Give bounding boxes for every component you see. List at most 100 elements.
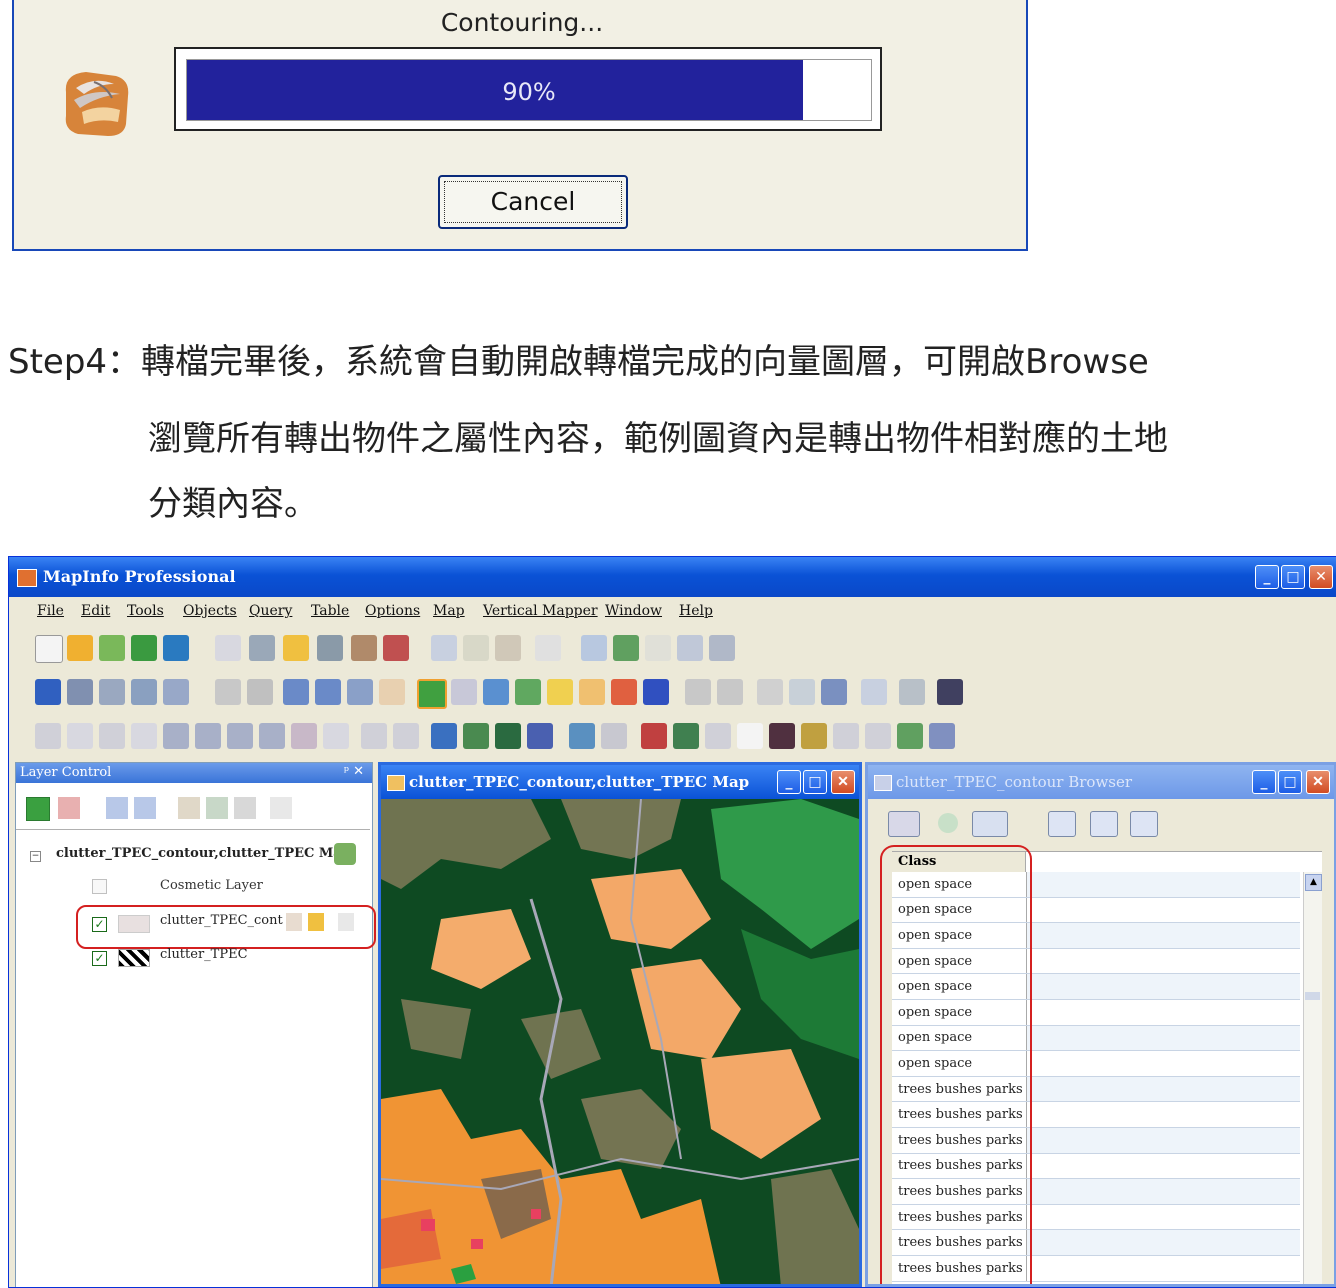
sort-icon[interactable] <box>888 811 920 837</box>
new-layout-icon[interactable] <box>677 635 703 661</box>
rectangle-tool-icon[interactable] <box>227 723 253 749</box>
remove-layer-icon[interactable] <box>58 797 80 819</box>
new-browser-icon[interactable] <box>581 635 607 661</box>
geocode-icon[interactable] <box>899 679 925 705</box>
new-grapher-icon[interactable] <box>645 635 671 661</box>
add-record-icon[interactable] <box>1090 811 1118 837</box>
browser-maximize-button[interactable]: □ <box>1278 770 1302 794</box>
layer-control-icon[interactable] <box>547 679 573 705</box>
contour-checkbox[interactable]: ✓ <box>92 917 107 932</box>
ruler-icon[interactable] <box>579 679 605 705</box>
refresh-icon[interactable] <box>938 813 958 833</box>
polyline-tool-icon[interactable] <box>99 723 125 749</box>
label-tool-icon[interactable] <box>451 679 477 705</box>
save-copy-icon[interactable] <box>317 635 343 661</box>
new-table-icon[interactable] <box>35 635 63 663</box>
menu-objects[interactable]: Objects <box>183 603 237 619</box>
scroll-thumb[interactable] <box>1305 992 1320 1000</box>
line-style-icon[interactable] <box>463 723 489 749</box>
zoom-out-icon[interactable] <box>315 679 341 705</box>
maximize-button[interactable]: □ <box>1281 565 1305 589</box>
layer-contour[interactable]: clutter_TPEC_cont <box>160 913 283 928</box>
vm-info-icon[interactable] <box>601 723 627 749</box>
menu-vertical-mapper[interactable]: Vertical Mapper <box>483 603 598 619</box>
scroll-up-icon[interactable]: ▲ <box>1305 874 1322 891</box>
cosmetic-checkbox[interactable] <box>92 879 107 894</box>
layer-cosmetic[interactable]: Cosmetic Layer <box>160 878 263 893</box>
panel-pin-close[interactable]: ᵖ ✕ <box>344 764 364 779</box>
vm-layers-icon[interactable] <box>897 723 923 749</box>
select-arrow-icon[interactable] <box>35 679 61 705</box>
prism-icon[interactable] <box>789 679 815 705</box>
map-maximize-button[interactable]: □ <box>803 770 827 794</box>
open-folder-icon[interactable] <box>283 635 309 661</box>
new-redistrict-icon[interactable] <box>709 635 735 661</box>
menu-tools[interactable]: Tools <box>127 603 164 619</box>
selectable-icon[interactable] <box>308 913 324 931</box>
hotlink-icon[interactable] <box>515 679 541 705</box>
vm-legend-icon[interactable] <box>801 723 827 749</box>
print-icon[interactable] <box>351 635 377 661</box>
digitize-icon[interactable] <box>757 679 783 705</box>
region-style-icon[interactable] <box>495 723 521 749</box>
menu-edit[interactable]: Edit <box>81 603 110 619</box>
show-legend-icon[interactable] <box>611 679 637 705</box>
boundary-select-icon[interactable] <box>163 679 189 705</box>
truck-icon[interactable] <box>937 679 963 705</box>
export-pdf-icon[interactable] <box>383 635 409 661</box>
ellipse-tool-icon[interactable] <box>195 723 221 749</box>
drag-map-icon[interactable] <box>483 679 509 705</box>
vm-slope-icon[interactable] <box>705 723 731 749</box>
copy-icon[interactable] <box>463 635 489 661</box>
marquee-select-icon[interactable] <box>67 679 93 705</box>
editable-icon[interactable] <box>286 913 302 931</box>
scale-bar-icon[interactable] <box>821 679 847 705</box>
menu-map[interactable]: Map <box>433 603 465 619</box>
legend-designer-icon[interactable] <box>861 679 887 705</box>
vm-profile-icon[interactable] <box>769 723 795 749</box>
menu-file[interactable]: File <box>37 603 64 619</box>
cut-icon[interactable] <box>431 635 457 661</box>
unselect-icon[interactable] <box>215 679 241 705</box>
move-up-icon[interactable] <box>106 797 128 819</box>
vm-grid-icon[interactable] <box>641 723 667 749</box>
map-close-button[interactable]: ✕ <box>831 770 855 794</box>
font-icon[interactable] <box>1048 811 1076 837</box>
menu-help[interactable]: Help <box>679 603 713 619</box>
open-dbms-icon[interactable] <box>131 635 157 661</box>
line-tool-icon[interactable] <box>67 723 93 749</box>
paste-icon[interactable] <box>495 635 521 661</box>
zoom-in-icon[interactable] <box>283 679 309 705</box>
browser-window[interactable]: clutter_TPEC_contour Browser _ □ ✕ Class… <box>865 762 1336 1287</box>
menu-query[interactable]: Query <box>249 603 292 619</box>
add-node-icon[interactable] <box>393 723 419 749</box>
map-node-label[interactable]: clutter_TPEC_contour,clutter_TPEC Ma <box>56 846 342 861</box>
map-window[interactable]: clutter_TPEC_contour,clutter_TPEC Map _ … <box>378 762 862 1287</box>
rounded-rect-tool-icon[interactable] <box>259 723 285 749</box>
move-down-icon[interactable] <box>134 797 156 819</box>
change-view-icon[interactable] <box>347 679 373 705</box>
vm-color-icon[interactable] <box>673 723 699 749</box>
undo-icon[interactable] <box>535 635 561 661</box>
collapse-toggle[interactable]: − <box>30 851 41 862</box>
save-table-icon[interactable] <box>215 635 241 661</box>
vm-rotate-icon[interactable] <box>833 723 859 749</box>
vm-arrows-icon[interactable] <box>865 723 891 749</box>
menu-table[interactable]: Table <box>311 603 349 619</box>
frame-tool-icon[interactable] <box>323 723 349 749</box>
symbol-style-icon[interactable] <box>431 723 457 749</box>
new-mapper-icon[interactable] <box>613 635 639 661</box>
polygon-select-icon[interactable] <box>131 679 157 705</box>
autolabel-icon[interactable] <box>338 913 354 931</box>
reshape-icon[interactable] <box>361 723 387 749</box>
invert-selection-icon[interactable] <box>247 679 273 705</box>
land-use-map[interactable] <box>381 799 859 1287</box>
radius-select-icon[interactable] <box>99 679 125 705</box>
layer-clutter[interactable]: clutter_TPEC <box>160 947 248 962</box>
polygon-tool-icon[interactable] <box>163 723 189 749</box>
clutter-checkbox[interactable]: ✓ <box>92 951 107 966</box>
clip-region-icon[interactable] <box>685 679 711 705</box>
label-icon[interactable] <box>234 797 256 819</box>
map-minimize-button[interactable]: _ <box>777 770 801 794</box>
browser-close-button[interactable]: ✕ <box>1306 770 1330 794</box>
